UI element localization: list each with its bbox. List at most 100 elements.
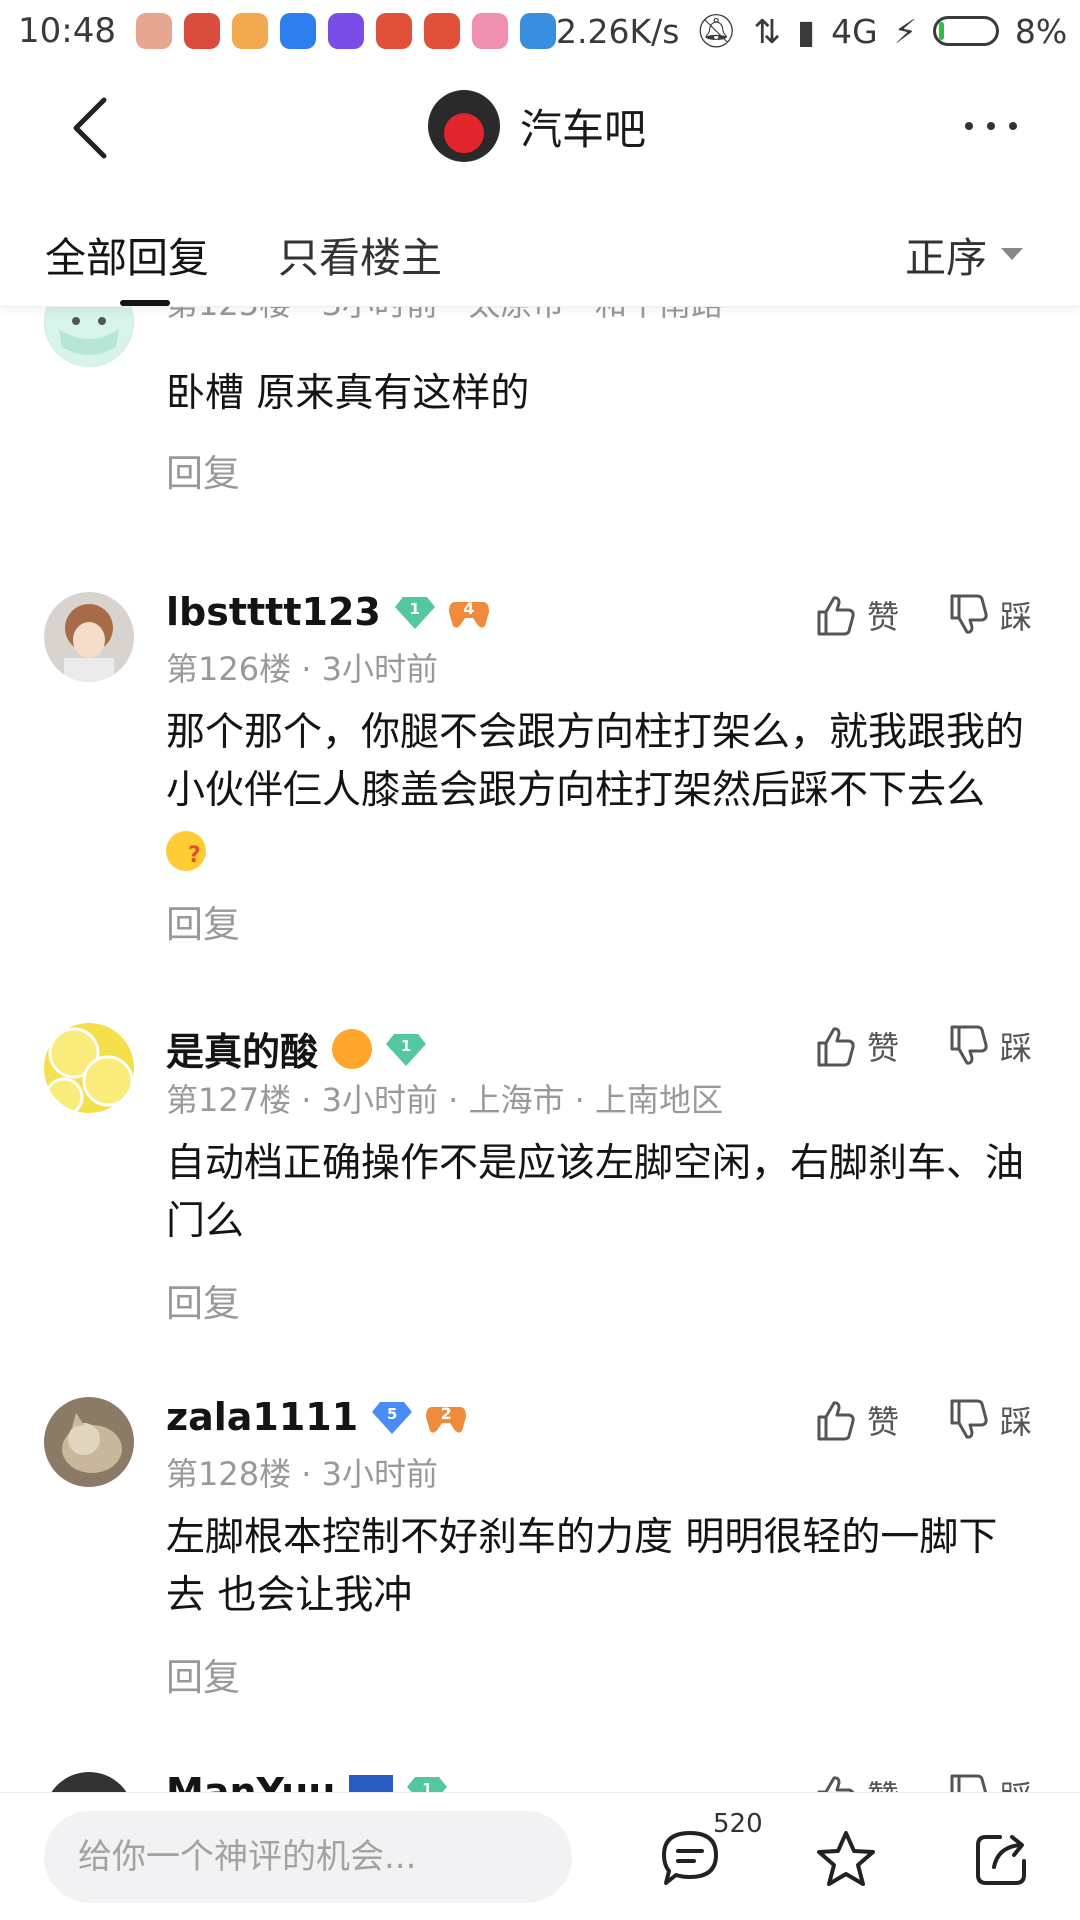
app-notification-icon <box>423 13 460 49</box>
level-number: 1 <box>422 1780 433 1792</box>
tab-all-replies[interactable]: 全部回复 <box>45 224 209 284</box>
username[interactable]: lbstttt123 1 4 <box>166 590 489 634</box>
username[interactable]: zala1111 5 2 <box>166 1395 467 1439</box>
tab-op-only[interactable]: 只看楼主 <box>278 224 442 284</box>
lemon-avatar <box>44 1023 134 1113</box>
avatar[interactable] <box>44 1397 134 1487</box>
battery-fill <box>938 22 944 40</box>
battery-percent: 8% <box>1014 11 1068 51</box>
level-number: 1 <box>409 600 421 618</box>
level-badge: 1 <box>407 1775 448 1792</box>
username-text: zala1111 <box>166 1395 359 1439</box>
notification-icons <box>135 13 556 49</box>
nav-bar: 汽车吧 <box>0 62 1080 192</box>
anime-girl-avatar <box>44 592 134 682</box>
reply-body: 那个那个，你腿不会跟方向柱打架么，就我跟我的小伙伴仨人膝盖会跟方向柱打架然后踩不… <box>166 704 1036 878</box>
reply-button[interactable]: 回复 <box>166 443 240 497</box>
mask-avatar-icon <box>45 307 133 366</box>
chevron-left-icon <box>73 97 107 159</box>
avatar[interactable] <box>44 1023 134 1113</box>
game-level-number: 2 <box>440 1404 452 1423</box>
thumbs-down-icon <box>950 594 988 634</box>
cat-avatar <box>44 1397 134 1487</box>
reply-text: 那个那个，你腿不会跟方向柱打架么，就我跟我的小伙伴仨人膝盖会跟方向柱打架然后踩不… <box>166 710 1025 813</box>
dislike-button[interactable]: 踩 <box>948 1023 1032 1069</box>
reply-button[interactable]: 回复 <box>166 894 240 948</box>
username-text: lbstttt123 <box>166 590 381 634</box>
forum-avatar <box>428 90 500 162</box>
star-icon <box>817 1831 875 1886</box>
more-options-icon[interactable] <box>965 122 1017 130</box>
bottom-bar: 给你一个神评的机会... 520 <box>0 1792 1080 1920</box>
network-type: 4G <box>831 11 878 51</box>
like-label: 赞 <box>867 1403 900 1441</box>
username[interactable]: ManYuu 1 <box>166 1770 448 1792</box>
dislike-button[interactable]: 踩 <box>948 1772 1032 1792</box>
comment-input[interactable]: 给你一个神评的机会... <box>44 1811 572 1903</box>
dislike-button[interactable]: 踩 <box>948 592 1032 638</box>
video-player-icon <box>327 13 364 49</box>
thumbs-down-icon <box>950 1025 988 1065</box>
floor-meta: 第128楼 · 3小时前 <box>166 1455 438 1493</box>
like-button[interactable]: 赞 <box>815 592 899 638</box>
comments-button[interactable] <box>660 1829 720 1891</box>
dislike-label: 踩 <box>1000 598 1033 636</box>
game-level-number: 4 <box>463 599 475 618</box>
share-button[interactable] <box>972 1829 1032 1893</box>
grimace-emoji-icon <box>332 1028 373 1069</box>
avatar[interactable] <box>44 307 134 367</box>
avatar[interactable] <box>44 1772 134 1792</box>
level-badge: 5 <box>372 1400 413 1434</box>
dislike-button[interactable]: 踩 <box>948 1397 1032 1443</box>
net-speed: 2.26K/s <box>555 11 680 51</box>
battery-icon <box>932 16 999 46</box>
dislike-label: 踩 <box>1000 1029 1033 1067</box>
forum-header[interactable]: 汽车吧 <box>428 90 646 162</box>
sort-label: 正序 <box>905 234 987 282</box>
game-level-badge: 2 <box>426 1400 467 1434</box>
forum-title: 汽车吧 <box>520 104 647 154</box>
username[interactable]: 是真的酸 1 <box>166 1021 427 1076</box>
level-badge: 1 <box>386 1032 427 1066</box>
charging-icon: ⚡︎ <box>893 11 917 51</box>
china-mobile-icon <box>519 13 556 49</box>
reply-body: 自动档正确操作不是应该左脚空闲，右脚刹车、油门么 <box>166 1141 1025 1244</box>
app-notification-icon <box>375 13 412 49</box>
app-notification-icon <box>135 13 172 49</box>
signal-icon: ▮ <box>796 11 816 51</box>
floor-meta: 第125楼 · 3小时前 · 太原市 · 和平南路 <box>166 307 723 325</box>
floor-meta: 第126楼 · 3小时前 <box>166 650 438 688</box>
bilibili-icon <box>471 13 508 49</box>
tab-bar: 全部回复 只看楼主 正序 <box>0 192 1080 307</box>
like-label: 赞 <box>867 1772 899 1792</box>
avatar[interactable] <box>44 592 134 682</box>
reply-body: 卧槽 原来真有这样的 <box>166 371 530 416</box>
dislike-label: 踩 <box>1000 1403 1033 1441</box>
status-right: 2.26K/s 🔕︎ ⇅ ▮ 4G ⚡︎ 8% <box>556 11 1067 51</box>
status-bar: 10:48 2.26K/s 🔕︎ ⇅ ▮ 4G ⚡︎ 8% <box>0 0 1080 62</box>
data-arrows-icon: ⇅ <box>753 11 781 51</box>
username-text: ManYuu <box>166 1770 336 1792</box>
thumbs-up-icon <box>817 1027 855 1067</box>
comment-bubble-icon <box>662 1831 718 1885</box>
back-button[interactable] <box>60 92 120 164</box>
comment-count: 520 <box>713 1809 763 1839</box>
active-tab-indicator <box>120 300 170 306</box>
thumbs-up-icon <box>817 1776 855 1792</box>
caret-down-icon <box>1001 248 1023 260</box>
like-button[interactable]: 赞 <box>815 1772 899 1792</box>
like-button[interactable]: 赞 <box>815 1397 899 1443</box>
reply-button[interactable]: 回复 <box>166 1647 240 1701</box>
flag-badge-icon <box>349 1775 394 1792</box>
dislike-label: 踩 <box>1000 1772 1032 1792</box>
thumbs-down-icon <box>950 1774 988 1792</box>
favorite-button[interactable] <box>815 1829 877 1893</box>
status-time: 10:48 <box>18 11 116 51</box>
like-button[interactable]: 赞 <box>815 1023 899 1069</box>
level-badge: 1 <box>394 595 435 629</box>
like-label: 赞 <box>867 1029 900 1067</box>
thumbs-up-icon <box>817 596 855 636</box>
sort-dropdown[interactable]: 正序 <box>905 224 1023 284</box>
reply-list[interactable]: 第125楼 · 3小时前 · 太原市 · 和平南路 卧槽 原来真有这样的 回复 … <box>0 307 1080 1792</box>
reply-button[interactable]: 回复 <box>166 1273 240 1327</box>
